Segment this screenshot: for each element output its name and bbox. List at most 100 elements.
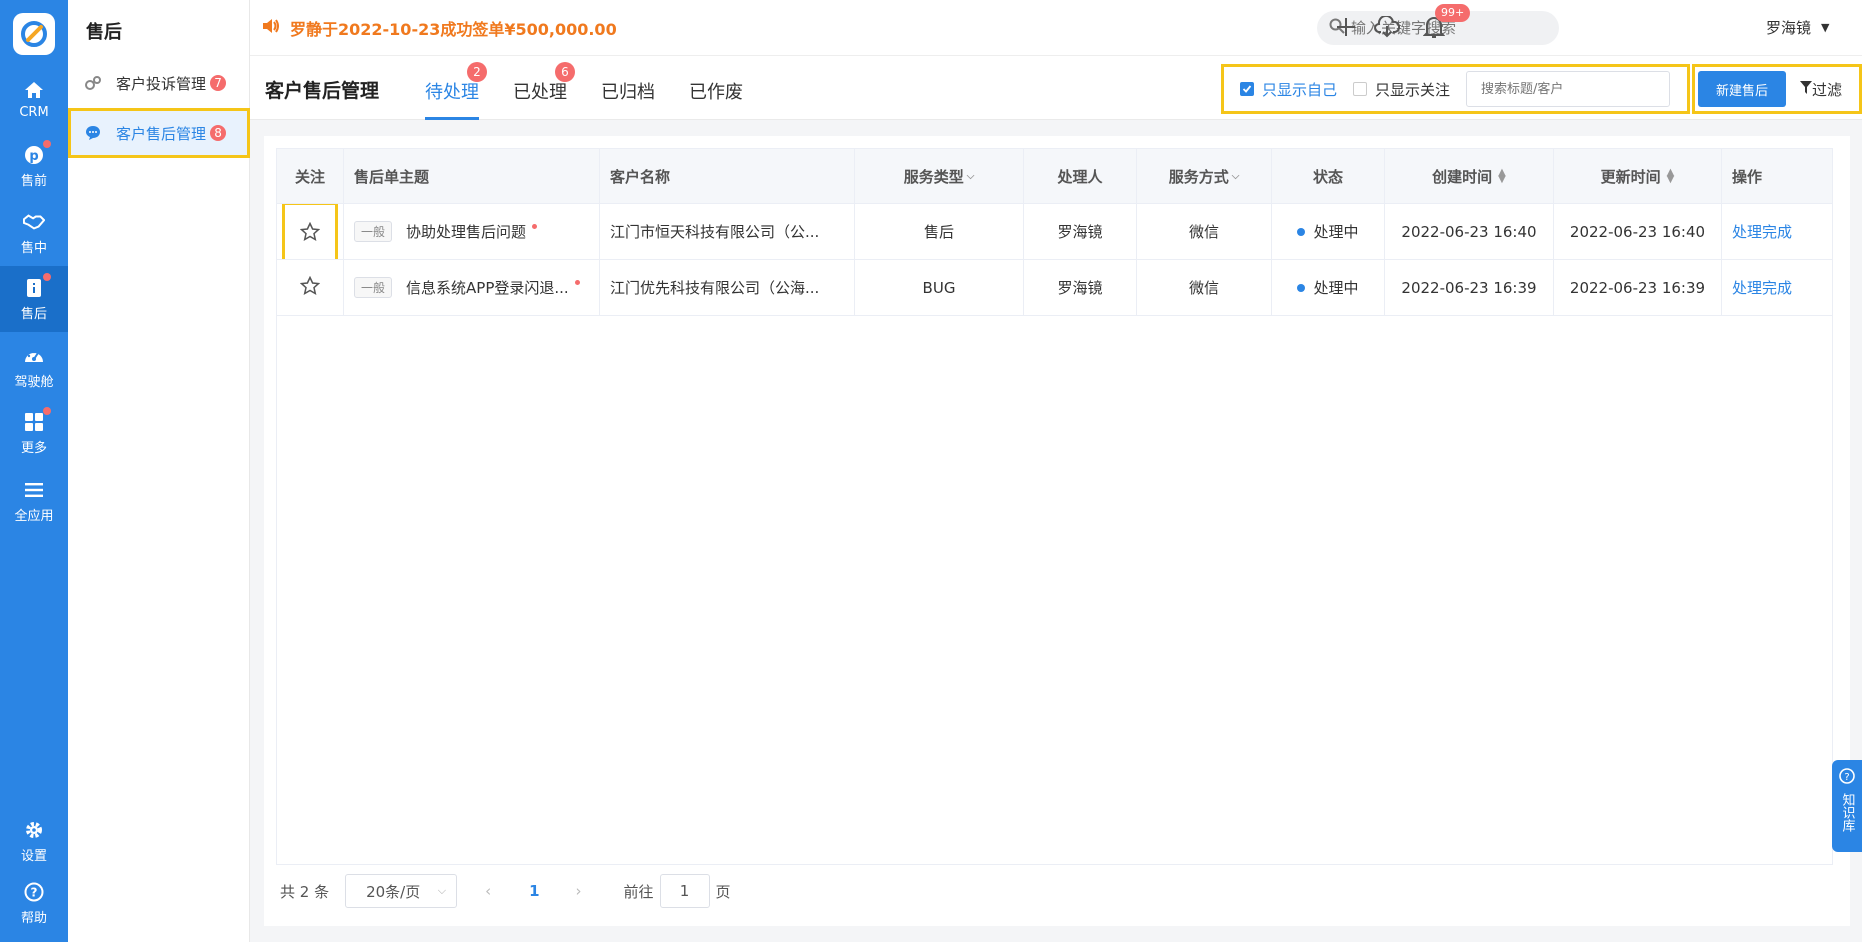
service-type-cell: BUG [855,260,1024,315]
priority-tag: 一般 [354,221,393,242]
service-type-cell: 售后 [855,204,1024,259]
col-header-label: 创建时间 [1432,167,1493,186]
status-dot [1297,227,1306,236]
page-header: 客户售后管理 待处理 2 已处理 6 已归档 已作废 只显示自己 只显示关注 新… [250,56,1862,120]
rail-item-aftersale[interactable]: 售后 [0,266,68,332]
col-header-service-type[interactable]: 服务类型 ⌵ [855,149,1024,203]
subject-cell[interactable]: 一般 协助处理售后问题 [344,204,600,259]
only-followed-checkbox[interactable]: 只显示关注 [1353,79,1450,100]
action-cell: 处理完成 [1722,260,1832,315]
gears-icon [84,74,102,92]
handler-cell: 罗海镜 [1024,260,1137,315]
col-header-created[interactable]: 创建时间 ▲ ▼ [1385,149,1554,203]
status-cell: 处理中 [1272,204,1385,259]
notification-count-badge: 99+ [1435,4,1471,22]
complete-action-link[interactable]: 处理完成 [1732,221,1792,242]
col-header-updated[interactable]: 更新时间 ▲ ▼ [1554,149,1722,203]
app-logo[interactable] [13,13,55,55]
subnav-item-aftersales[interactable]: 客户售后管理 8 [68,108,250,158]
service-method-cell: 微信 [1137,204,1272,259]
rail-item-label: 帮助 [20,910,47,926]
tab-label: 已处理 [513,82,567,103]
content-card: 关注 售后单主题 客户名称 服务类型 ⌵ 处理人 服务方式 ⌵ 状态 创建时间 … [264,136,1850,926]
handshake-icon [23,211,45,233]
star-icon [300,221,320,241]
complete-action-link[interactable]: 处理完成 [1732,277,1792,298]
rail-item-help[interactable]: ? 帮助 [0,870,68,936]
rail-item-crm[interactable]: CRM [0,66,68,132]
svg-text:p: p [29,149,38,164]
announcement-text: 罗静于2022-10-23成功签单¥500,000.00 [290,20,617,39]
cloud-download-icon [1374,16,1400,38]
sort-icon: ▲ ▼ [1666,167,1675,185]
chevron-down-icon: ⌵ [437,884,447,897]
unread-dot [574,280,580,285]
rail-item-label: 售后 [20,306,47,322]
updated-cell: 2022-06-23 16:40 [1554,204,1722,259]
gear-icon [23,819,45,841]
customer-cell[interactable]: 江门优先科技有限公司（公海... [600,260,855,315]
new-aftersale-button[interactable]: 新建售后 [1698,71,1786,107]
col-header-follow: 关注 [277,149,344,203]
cloud-download-button[interactable] [1372,12,1402,42]
rail-item-label: 更多 [20,440,47,456]
pinterest-icon: p [23,139,51,166]
chat-bubble-icon [84,124,102,142]
follow-star-button[interactable] [282,204,338,259]
subnav-item-complaints[interactable]: 客户投诉管理 7 [68,58,250,108]
goto-page-input[interactable]: 1 [659,874,710,908]
tab-archived[interactable]: 已归档 [601,78,655,120]
add-button[interactable] [1331,12,1361,42]
knowledge-base-tab[interactable]: ? 知识库 [1832,760,1862,852]
filter-button[interactable]: 过滤 [1800,79,1842,100]
subnav-title: 售后 [86,22,122,43]
rail-item-all-apps[interactable]: 全应用 [0,468,68,534]
checkbox-unchecked-icon [1353,82,1368,96]
rail-item-settings[interactable]: 设置 [0,808,68,874]
follow-star-button[interactable] [299,275,321,300]
tab-processed[interactable]: 已处理 6 [513,62,575,120]
next-page-button[interactable]: › [576,882,582,900]
follow-cell [277,204,344,259]
rail-item-more[interactable]: 更多 [0,400,68,466]
col-header-handler: 处理人 [1024,149,1137,203]
col-header-action: 操作 [1732,167,1763,186]
subject-text: 信息系统APP登录闪退... [406,279,569,297]
sort-icon: ▲ ▼ [1498,167,1506,185]
created-cell: 2022-06-23 16:40 [1385,204,1554,259]
col-header-subject: 售后单主题 [344,149,600,203]
knowledge-base-label: 知识库 [1839,793,1855,832]
priority-tag: 一般 [354,277,393,298]
tab-voided[interactable]: 已作废 [689,78,743,120]
goto-label: 前往 [623,882,654,901]
subject-cell[interactable]: 一般 信息系统APP登录闪退... [344,260,600,315]
announcement-bar[interactable]: 罗静于2022-10-23成功签单¥500,000.00 [262,16,617,40]
app-rail: CRM p 售前 售中 售后 驾驶舱 更多 全应用 设置 ? 帮助 [0,0,68,942]
only-mine-checkbox[interactable]: 只显示自己 [1240,79,1337,100]
customer-cell[interactable]: 江门市恒天科技有限公司（公... [600,204,855,259]
notification-dot [43,139,51,148]
col-header-service-method[interactable]: 服务方式 ⌵ [1137,149,1272,203]
rail-item-cockpit[interactable]: 驾驶舱 [0,334,68,400]
rail-item-label: 驾驶舱 [14,374,54,390]
status-text: 处理中 [1313,279,1359,297]
table-row[interactable]: 一般 信息系统APP登录闪退... 江门优先科技有限公司（公海... BUG 罗… [277,260,1832,316]
prev-page-button[interactable]: ‹ [485,882,491,900]
current-page[interactable]: 1 [529,882,539,900]
notifications-button[interactable]: 99+ [1419,4,1471,42]
tab-pending[interactable]: 待处理 2 [425,62,487,120]
rail-item-presale[interactable]: p 售前 [0,133,68,199]
rail-item-label: 设置 [20,848,47,864]
subnav-item-label: 客户投诉管理 [116,74,207,93]
page-size-value: 20条/页 [366,882,421,901]
tab-label: 已作废 [689,82,743,103]
rail-item-insale[interactable]: 售中 [0,200,68,266]
table-row[interactable]: 一般 协助处理售后问题 江门市恒天科技有限公司（公... 售后 罗海镜 微信 处… [277,204,1832,260]
user-menu[interactable]: 罗海镜 ▼ [1766,17,1829,38]
svg-text:?: ? [1844,772,1849,783]
status-text: 处理中 [1313,223,1359,241]
unread-dot [532,224,538,229]
page-size-select[interactable]: 20条/页 ⌵ [345,874,458,908]
status-cell: 处理中 [1272,260,1385,315]
title-customer-search-input[interactable] [1466,71,1671,107]
